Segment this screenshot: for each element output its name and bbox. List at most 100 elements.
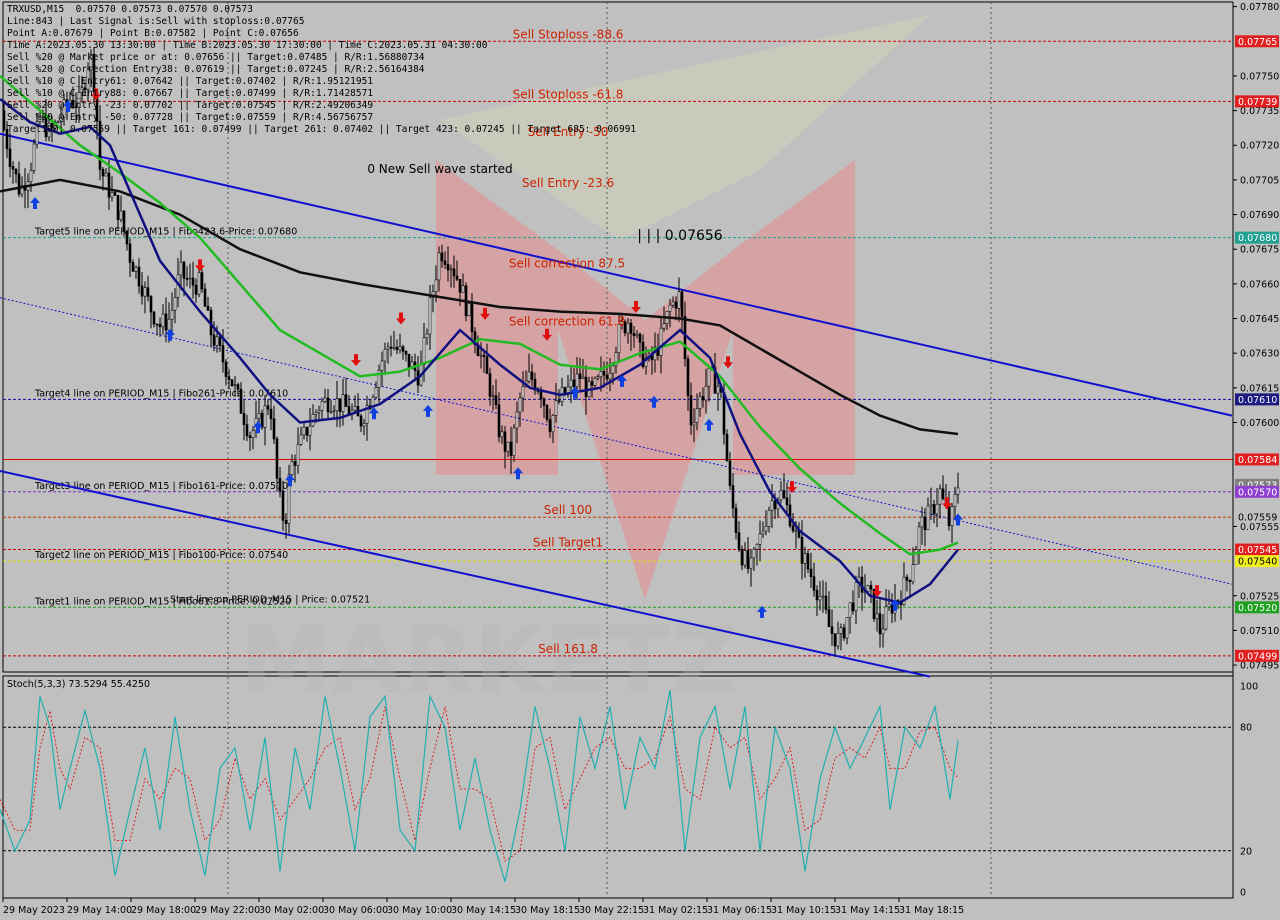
candle-body — [239, 388, 243, 414]
candle-body — [494, 395, 498, 406]
candle-body — [182, 261, 186, 279]
candle-body — [599, 371, 603, 378]
candle-body — [125, 231, 129, 245]
info-line: Sell %20 @ Entry -50: 0.07728 || Target:… — [7, 112, 374, 123]
candle-body — [233, 384, 237, 387]
candle-body — [458, 279, 462, 293]
candle-body — [230, 379, 234, 387]
chart-canvas[interactable]: MARKETZSell Stoploss -88.6Sell Stoploss … — [0, 0, 1280, 920]
info-line: TRXUSD,M15 0.07570 0.07573 0.07570 0.075… — [7, 4, 253, 15]
candle-body — [659, 327, 663, 356]
candle-body — [422, 337, 426, 366]
candle-body — [32, 143, 36, 171]
price-axis-bg — [1233, 0, 1280, 898]
info-line: Sell %10 @ C_Entry61: 0.07642 || Target:… — [7, 76, 374, 87]
candle-body — [275, 438, 279, 479]
time-tick-label: 30 May 22:15 — [579, 905, 644, 916]
level-label-3: Target4 line on PERIOD_M15 | Fibo261-Pri… — [34, 388, 288, 399]
annotation-6: Start line on PERIOD_M15 | Price: 0.0752… — [170, 595, 370, 606]
candle-body — [821, 595, 825, 598]
candle-body — [803, 553, 807, 564]
candle-body — [236, 384, 240, 390]
candle-body — [695, 408, 699, 423]
candle-body — [251, 430, 255, 438]
candle-body — [485, 356, 489, 374]
candle-body — [206, 306, 210, 311]
candle-body — [434, 279, 438, 292]
candle-body — [101, 169, 105, 177]
candle-body — [761, 530, 765, 535]
candle-body — [482, 354, 486, 357]
candle-body — [269, 408, 273, 420]
candle-body — [152, 311, 156, 325]
candle-body — [734, 507, 738, 533]
candle-body — [932, 504, 936, 515]
candle-body — [890, 603, 894, 614]
candle-body — [401, 346, 405, 352]
candle-body — [266, 405, 270, 410]
candle-body — [392, 346, 396, 349]
candle-body — [737, 532, 741, 550]
candle-body — [677, 291, 681, 309]
candle-body — [155, 323, 159, 326]
candle-body — [167, 318, 171, 331]
candle-body — [143, 287, 147, 297]
price-tag-label: 0.07680 — [1238, 233, 1277, 244]
annotation-3: | | | 0.07656 — [637, 228, 722, 244]
price-tick-label: 0.07600 — [1240, 418, 1279, 429]
candle-body — [608, 372, 612, 380]
candle-body — [554, 400, 558, 416]
price-axis: 0.077800.077500.077350.077200.077050.076… — [1232, 0, 1280, 898]
candle-body — [929, 504, 933, 507]
candle-body — [743, 550, 747, 566]
candle-body — [923, 516, 927, 531]
price-tag-label: 0.07545 — [1238, 545, 1277, 556]
annotation-4: Sell correction 87.5 — [509, 257, 625, 271]
candle-body — [785, 497, 789, 506]
candle-body — [179, 261, 183, 276]
candle-body — [8, 148, 12, 167]
level-label-9: Target2 line on PERIOD_M15 | Fibo100-Pri… — [34, 550, 288, 561]
candle-body — [407, 353, 411, 369]
candle-body — [593, 377, 597, 386]
candle-body — [827, 609, 831, 628]
candle-body — [326, 397, 330, 413]
time-tick-label: 31 May 14:15 — [835, 905, 900, 916]
candle-body — [299, 434, 303, 445]
candle-body — [635, 333, 639, 336]
candle-body — [701, 396, 705, 401]
candle-body — [134, 266, 138, 272]
candle-body — [191, 277, 195, 286]
time-tick-label: 30 May 02:00 — [259, 905, 324, 916]
time-axis: 29 May 2023 29 May 14:0029 May 18:0029 Ma… — [2, 898, 964, 916]
candle-body — [722, 392, 726, 435]
candle-body — [938, 488, 942, 505]
price-tick-label: 0.07780 — [1240, 2, 1279, 13]
candle-body — [332, 410, 336, 413]
candle-body — [398, 346, 402, 351]
candle-body — [248, 435, 252, 438]
candle-body — [773, 500, 777, 510]
stoch-tick-label: 100 — [1240, 682, 1258, 693]
candle-body — [461, 285, 465, 293]
candle-body — [185, 278, 189, 280]
candle-body — [815, 589, 819, 601]
candle-body — [767, 509, 771, 527]
candle-body — [791, 525, 795, 532]
candle-body — [455, 275, 459, 280]
time-tick-label: 29 May 18:00 — [131, 905, 196, 916]
candle-body — [242, 413, 246, 425]
price-tick-label: 0.07630 — [1240, 349, 1279, 360]
candle-body — [446, 264, 450, 271]
price-tick-label: 0.07675 — [1240, 245, 1279, 256]
candle-body — [323, 397, 327, 402]
info-line: Sell %20 @ Entry -23: 0.07702 || Target:… — [7, 100, 374, 111]
candle-body — [245, 424, 249, 437]
candle-body — [581, 376, 585, 379]
level-label-8: Sell Target1 — [533, 536, 603, 550]
candle-body — [308, 425, 312, 436]
candle-body — [740, 549, 744, 566]
time-tick-label: 29 May 22:00 — [195, 905, 260, 916]
candle-body — [224, 361, 228, 377]
candle-body — [605, 374, 609, 380]
